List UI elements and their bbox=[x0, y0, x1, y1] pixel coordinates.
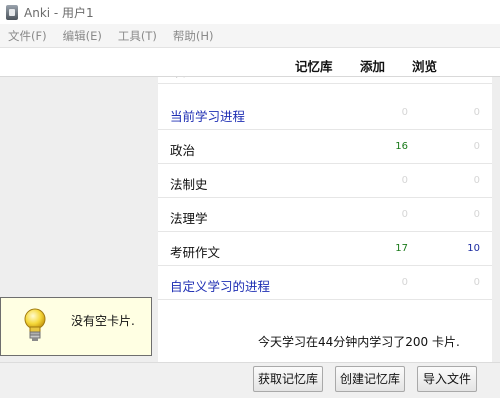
deck-name[interactable]: 当前学习进程 bbox=[170, 106, 245, 125]
deck-due-count: 17 bbox=[395, 243, 408, 254]
menu-tools[interactable]: 工具(T) bbox=[110, 28, 165, 44]
study-stats-text: 今天学习在44分钟内学习了200 卡片. bbox=[258, 335, 460, 349]
import-file-button[interactable]: 导入文件 bbox=[417, 366, 477, 392]
tooltip-message: 没有空卡片. bbox=[71, 314, 135, 328]
deck-due-count: 0 bbox=[401, 209, 408, 220]
deck-due-count: 16 bbox=[395, 141, 408, 152]
lightbulb-icon bbox=[24, 308, 46, 341]
deck-name[interactable]: 自定义学习的进程 bbox=[170, 276, 270, 295]
deck-new-count: 10 bbox=[467, 243, 480, 254]
menu-edit[interactable]: 编辑(E) bbox=[55, 28, 110, 44]
deck-new-count: 0 bbox=[473, 209, 480, 220]
deck-new-count: 0 bbox=[473, 277, 480, 288]
deck-name[interactable]: 考研作文 bbox=[170, 242, 220, 261]
deck-row[interactable]: 法理学 0 0 bbox=[158, 198, 492, 232]
anki-app-icon bbox=[6, 4, 18, 20]
deck-row[interactable]: 当前学习进程 0 0 bbox=[158, 96, 492, 130]
deck-list-header: 记忆库 添加 浏览 bbox=[0, 47, 500, 77]
bottom-toolbar: 获取记忆库 创建记忆库 导入文件 bbox=[0, 362, 500, 398]
deck-due-count: 0 bbox=[401, 107, 408, 118]
deck-name[interactable]: 法理学 bbox=[170, 208, 208, 227]
deck-due-count: 0 bbox=[401, 277, 408, 288]
deck-due-count: 0 bbox=[401, 175, 408, 186]
deck-row[interactable]: 考研作文 17 10 bbox=[158, 232, 492, 266]
deck-name: 军阀 bbox=[170, 77, 195, 80]
column-header-deck: 记忆库 bbox=[295, 59, 333, 74]
deck-new-count: 0 bbox=[473, 175, 480, 186]
window-title: Anki - 用户1 bbox=[24, 5, 94, 20]
deck-row-partial[interactable]: 军阀 bbox=[158, 77, 492, 84]
menu-file[interactable]: 文件(F) bbox=[0, 28, 55, 44]
deck-new-count: 0 bbox=[473, 107, 480, 118]
deck-row[interactable]: 法制史 0 0 bbox=[158, 164, 492, 198]
deck-new-count: 0 bbox=[473, 141, 480, 152]
get-shared-deck-button[interactable]: 获取记忆库 bbox=[253, 366, 323, 392]
column-header-add: 添加 bbox=[360, 59, 386, 74]
deck-row[interactable]: 自定义学习的进程 0 0 bbox=[158, 266, 492, 300]
notification-tooltip[interactable]: 没有空卡片. bbox=[0, 297, 152, 356]
column-header-browse: 浏览 bbox=[412, 59, 438, 74]
deck-name[interactable]: 政治 bbox=[170, 140, 195, 159]
deck-name[interactable]: 法制史 bbox=[170, 174, 208, 193]
deck-list: 军阀 当前学习进程 0 0 政治 16 0 法制史 0 0 法理学 0 0 考研… bbox=[158, 77, 492, 362]
create-deck-button[interactable]: 创建记忆库 bbox=[335, 366, 405, 392]
menu-bar: 文件(F) 编辑(E) 工具(T) 帮助(H) bbox=[0, 24, 500, 47]
menu-help[interactable]: 帮助(H) bbox=[165, 28, 222, 44]
title-bar: Anki - 用户1 bbox=[0, 0, 500, 24]
deck-row[interactable]: 政治 16 0 bbox=[158, 130, 492, 164]
